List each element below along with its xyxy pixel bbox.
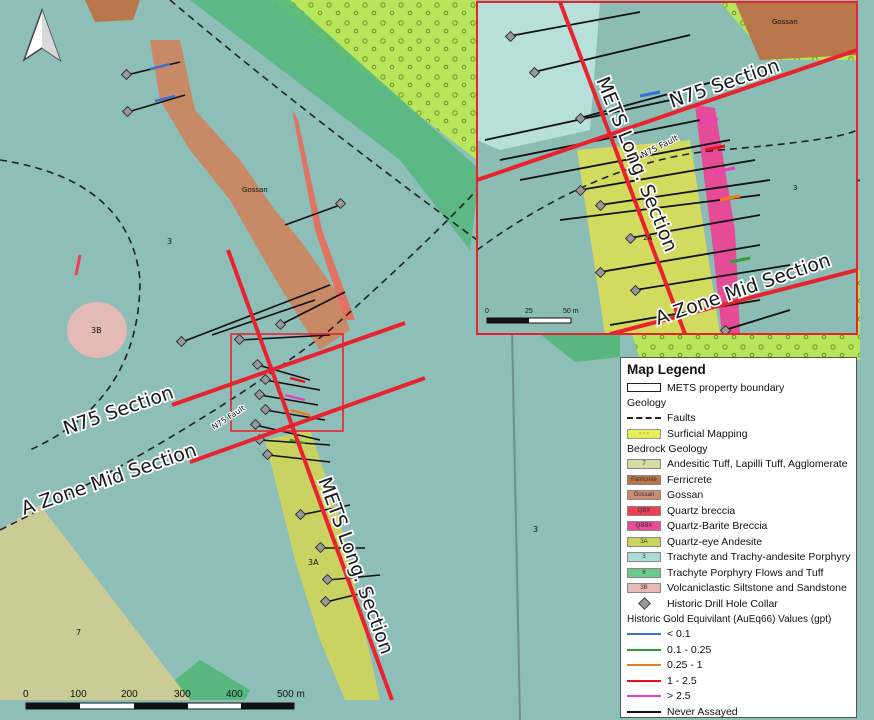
legend-units: 7 Andesitic Tuff, Lapilli Tuff, Agglomera… <box>627 457 850 597</box>
legend-label: < 0.1 <box>667 628 691 641</box>
legend-unit-row: 7 Andesitic Tuff, Lapilli Tuff, Agglomera… <box>627 457 850 473</box>
inset-scale-tick: 0 <box>485 308 489 315</box>
unit-label-gossan: Gossan <box>242 186 268 194</box>
legend-label: Never Assayed <box>667 705 738 718</box>
legend-label: Historic Drill Hole Collar <box>667 597 778 610</box>
legend-surficial: ◦ ◦ ◦ Surficial Mapping <box>627 426 850 442</box>
legend-label: 0.25 - 1 <box>667 659 703 672</box>
scale-tick: 200 <box>121 689 138 700</box>
unit-swatch: 6 <box>627 567 661 578</box>
legend-label: Quartz-Barite Breccia <box>667 520 768 533</box>
assay-line-swatch <box>627 648 661 651</box>
legend-unit-row: QBBX Quartz-Barite Breccia <box>627 519 850 535</box>
legend-boundary: METS property boundary <box>627 380 850 396</box>
legend-label: Trachyte Porphyry Flows and Tuff <box>667 566 824 579</box>
legend-assay-row: > 2.5 <box>627 689 850 705</box>
inset-unit-3a-label: 2A <box>643 234 652 242</box>
legend-label: Gossan <box>667 489 704 502</box>
scale-tick: 500 m <box>277 689 305 700</box>
unit-swatch: Ferricrete <box>627 474 661 485</box>
legend-collar: Historic Drill Hole Collar <box>627 596 850 612</box>
surficial-swatch: ◦ ◦ ◦ <box>627 428 661 439</box>
unit-swatch: Gossan <box>627 490 661 501</box>
legend-unit-row: 3B Volcaniclastic Siltstone and Sandstone <box>627 581 850 597</box>
unit-label-3: 3 <box>167 237 172 246</box>
inset-unit-3-label: 3 <box>793 184 797 192</box>
legend-unit-row: QBX Quartz breccia <box>627 503 850 519</box>
assay-line-swatch <box>627 664 661 667</box>
legend-label: Volcaniclastic Siltstone and Sandstone <box>667 582 847 595</box>
legend-label: Faults <box>667 412 696 425</box>
legend-unit-row: 3 Trachyte and Trachy-andesite Porphyry <box>627 550 850 566</box>
legend-label: Quartz-eye Andesite <box>667 535 763 548</box>
collar-diamond-icon <box>627 597 661 611</box>
legend-faults: Faults <box>627 411 850 427</box>
legend-assay-row: < 0.1 <box>627 627 850 643</box>
legend-assay-row: Never Assayed <box>627 704 850 720</box>
assay-line-swatch <box>627 695 661 698</box>
assay-line-swatch <box>627 710 661 713</box>
legend-bedrock-header: Bedrock Geology <box>627 443 708 455</box>
unit-label-3a: 3A <box>308 558 319 567</box>
unit-swatch: 3B <box>627 583 661 594</box>
assay-line-swatch <box>627 679 661 682</box>
assay-line-swatch <box>627 633 661 636</box>
unit-label-3: 3 <box>533 525 538 534</box>
inset-map[interactable]: N75 Section METS Long. Section A Zone Mi… <box>477 2 857 335</box>
legend-unit-row: Gossan Gossan <box>627 488 850 504</box>
legend-label: 1 - 2.5 <box>667 674 697 687</box>
scale-tick: 300 <box>174 689 191 700</box>
legend-label: Ferricrete <box>667 473 712 486</box>
inset-scale-tick: 50 m <box>563 308 579 315</box>
legend-assays: < 0.1 0.1 - 0.25 0.25 - 1 1 - 2.5 > 2.5 Never… <box>627 627 850 720</box>
legend-unit-row: 3A Quartz-eye Andesite <box>627 534 850 550</box>
legend-label: Trachyte and Trachy-andesite Porphyry <box>667 551 851 564</box>
legend-assay-row: 0.25 - 1 <box>627 658 850 674</box>
unit-label-7: 7 <box>76 628 81 637</box>
unit-swatch: 7 <box>627 459 661 470</box>
legend-assay-row: 0.1 - 0.25 <box>627 642 850 658</box>
unit-swatch: QBBX <box>627 521 661 532</box>
legend-unit-row: 6 Trachyte Porphyry Flows and Tuff <box>627 565 850 581</box>
scale-tick: 400 <box>226 689 243 700</box>
unit-swatch: 3A <box>627 536 661 547</box>
scale-tick: 0 <box>23 689 29 700</box>
legend-label: > 2.5 <box>667 690 691 703</box>
inset-scale-tick: 25 <box>525 308 533 315</box>
map-legend: Map Legend METS property boundary Geolog… <box>620 357 857 718</box>
legend-label: Surficial Mapping <box>667 427 748 440</box>
legend-label: METS property boundary <box>667 381 785 394</box>
legend-assay-row: 1 - 2.5 <box>627 673 850 689</box>
legend-geology-header: Geology <box>627 397 667 409</box>
legend-label: 0.1 - 0.25 <box>667 643 712 656</box>
legend-title: Map Legend <box>627 362 706 377</box>
unit-label-3b: 3B <box>91 326 102 335</box>
scale-tick: 100 <box>70 689 87 700</box>
legend-assay-header: Historic Gold Equivilant (AuEq66) Values… <box>627 613 832 625</box>
inset-gossan-label: Gossan <box>772 18 798 26</box>
unit-swatch: 3 <box>627 552 661 563</box>
unit-swatch: QBX <box>627 505 661 516</box>
legend-label: Quartz breccia <box>667 504 736 517</box>
legend-label: Andesitic Tuff, Lapilli Tuff, Agglomerat… <box>667 458 848 471</box>
boundary-swatch <box>627 383 661 393</box>
legend-unit-row: Ferricrete Ferricrete <box>627 472 850 488</box>
fault-swatch <box>627 417 661 420</box>
